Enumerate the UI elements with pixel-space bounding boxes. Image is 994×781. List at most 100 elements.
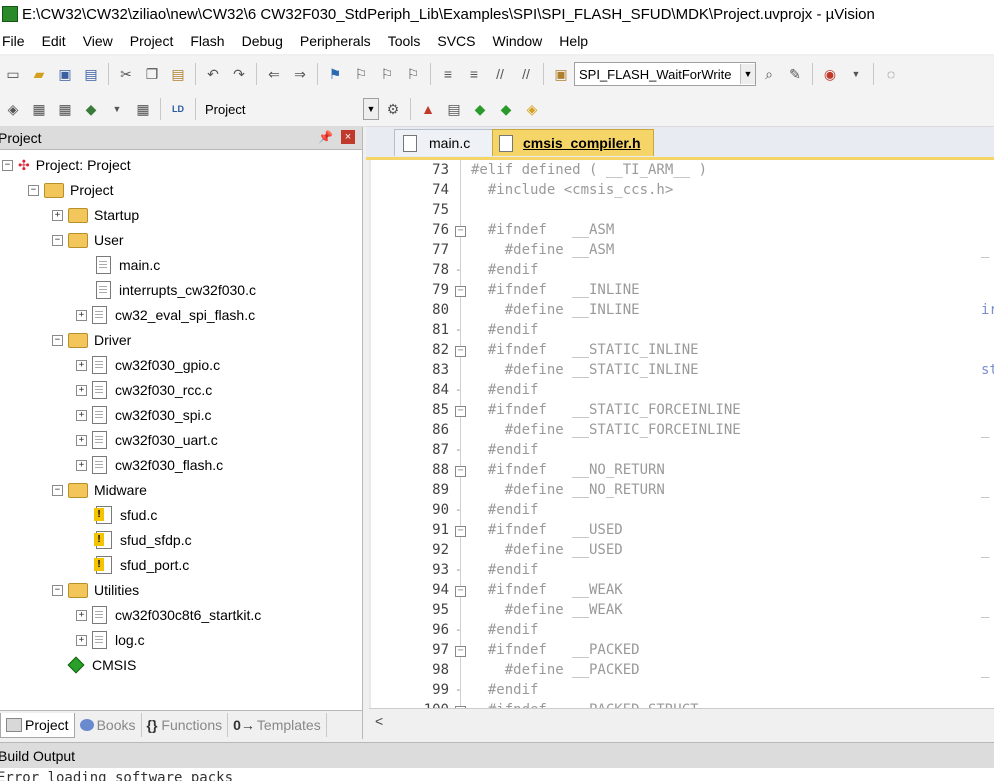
tab-project[interactable]: Project <box>0 712 75 738</box>
pack-installer-icon[interactable]: ◆ <box>496 99 516 119</box>
collapse-icon[interactable]: − <box>52 234 63 246</box>
menu-view[interactable]: View <box>79 33 122 49</box>
load-download-icon[interactable]: LD <box>168 99 188 119</box>
find-in-files-icon[interactable]: ▣ <box>551 64 571 84</box>
collapse-icon[interactable]: − <box>52 484 63 496</box>
expand-icon[interactable]: + <box>76 359 87 371</box>
file-extensions-icon[interactable]: ▤ <box>444 99 464 119</box>
new-file-icon[interactable]: ▭ <box>3 64 23 84</box>
tree-group-user[interactable]: − User <box>52 229 124 251</box>
tree-group-utilities[interactable]: − Utilities <box>52 579 139 601</box>
expand-icon[interactable]: + <box>76 384 87 396</box>
prev-bookmark-icon[interactable]: ⚐ <box>351 64 371 84</box>
editor-tab-cmsis-compiler-h[interactable]: cmsis_compiler.h <box>492 129 654 156</box>
rebuild-icon[interactable]: ▦ <box>55 99 75 119</box>
chevron-down-icon[interactable]: ▼ <box>107 99 127 119</box>
tab-functions[interactable]: {} Functions <box>142 713 229 737</box>
comment-icon[interactable]: // <box>490 64 510 84</box>
tab-books[interactable]: Books <box>75 713 142 737</box>
code-editor[interactable]: 73 #elif defined ( __TI_ARM__ ) 74 #includ… <box>369 160 994 708</box>
horizontal-scrollbar[interactable]: < <box>369 708 994 737</box>
run-time-environment-icon[interactable]: ◆ <box>470 99 490 119</box>
cut-icon[interactable]: ✂ <box>116 64 136 84</box>
fold-toggle-icon[interactable]: − <box>455 520 466 540</box>
menu-peripherals[interactable]: Peripherals <box>296 33 380 49</box>
save-all-icon[interactable]: ▤ <box>81 64 101 84</box>
chevron-down-icon[interactable]: ▼ <box>740 64 755 84</box>
collapse-icon[interactable]: − <box>2 159 13 171</box>
tree-root[interactable]: − ✣ Project: Project <box>2 154 131 176</box>
find-combo[interactable]: SPI_FLASH_WaitForWrite ▼ <box>574 62 756 86</box>
translate-icon[interactable]: ◈ <box>3 99 23 119</box>
tree-file-spi[interactable]: + cw32f030_spi.c <box>76 404 212 426</box>
indent-icon[interactable]: ≡ <box>438 64 458 84</box>
expand-icon[interactable]: + <box>76 409 87 421</box>
tree-group-midware[interactable]: − Midware <box>52 479 147 501</box>
collapse-icon[interactable]: − <box>52 334 63 346</box>
fold-toggle-icon[interactable]: − <box>455 460 466 480</box>
expand-icon[interactable]: + <box>76 434 87 446</box>
fold-toggle-icon[interactable]: − <box>455 340 466 360</box>
navigate-back-icon[interactable]: ⇐ <box>264 64 284 84</box>
select-software-packs-icon[interactable]: ◈ <box>522 99 542 119</box>
unindent-icon[interactable]: ≡ <box>464 64 484 84</box>
menu-window[interactable]: Window <box>489 33 552 49</box>
menu-help[interactable]: Help <box>555 33 597 49</box>
debug-session-icon[interactable]: ◉ <box>820 64 840 84</box>
collapse-icon[interactable]: − <box>28 184 39 196</box>
stop-build-icon[interactable]: ▦ <box>133 99 153 119</box>
expand-icon[interactable]: + <box>76 459 87 471</box>
tab-templates[interactable]: 0→ Templates <box>228 713 327 737</box>
open-file-icon[interactable]: ▰ <box>29 64 49 84</box>
tree-file-flash[interactable]: + cw32f030_flash.c <box>76 454 223 476</box>
scroll-left-icon[interactable]: < <box>375 713 383 729</box>
menu-svcs[interactable]: SVCS <box>433 33 484 49</box>
bookmark-icon[interactable]: ⚑ <box>325 64 345 84</box>
tree-group-driver[interactable]: − Driver <box>52 329 131 351</box>
pin-icon[interactable]: 📌 <box>318 130 333 144</box>
tree-component-cmsis[interactable]: CMSIS <box>66 654 136 676</box>
menu-project[interactable]: Project <box>126 33 183 49</box>
navigate-forward-icon[interactable]: ⇒ <box>290 64 310 84</box>
chevron-down-icon[interactable]: ▼ <box>363 98 379 120</box>
tree-target-project[interactable]: − Project <box>28 179 114 201</box>
redo-icon[interactable]: ↷ <box>229 64 249 84</box>
target-options-icon[interactable]: ⚙ <box>383 99 403 119</box>
tree-file-uart[interactable]: + cw32f030_uart.c <box>76 429 218 451</box>
close-icon[interactable]: × <box>341 130 355 144</box>
paste-icon[interactable]: ▤ <box>168 64 188 84</box>
menu-flash[interactable]: Flash <box>186 33 233 49</box>
fold-toggle-icon[interactable]: − <box>455 280 466 300</box>
expand-icon[interactable]: + <box>76 609 87 621</box>
tree-file-rcc[interactable]: + cw32f030_rcc.c <box>76 379 212 401</box>
tree-file-eval-spi-flash[interactable]: + cw32_eval_spi_flash.c <box>76 304 255 326</box>
settings-icon[interactable]: ◌ <box>881 64 901 84</box>
tree-file-gpio[interactable]: + cw32f030_gpio.c <box>76 354 220 376</box>
find-icon[interactable]: ⌕ <box>759 64 779 84</box>
expand-icon[interactable]: + <box>76 634 87 646</box>
incremental-find-icon[interactable]: ✎ <box>785 64 805 84</box>
fold-toggle-icon[interactable]: − <box>455 220 466 240</box>
target-combo[interactable]: Project ▼ <box>200 97 380 121</box>
fold-toggle-icon[interactable]: − <box>455 400 466 420</box>
next-bookmark-icon[interactable]: ⚐ <box>377 64 397 84</box>
editor-tab-main-c[interactable]: main.c <box>394 129 494 156</box>
tree-file-sfud-port[interactable]: ! sfud_port.c <box>94 554 189 576</box>
tree-file-sfud-sfdp[interactable]: ! sfud_sfdp.c <box>94 529 192 551</box>
chevron-down-icon[interactable]: ▼ <box>846 64 866 84</box>
tree-file-sfud[interactable]: ! sfud.c <box>94 504 157 526</box>
fold-toggle-icon[interactable]: − <box>455 580 466 600</box>
clear-bookmarks-icon[interactable]: ⚐ <box>403 64 423 84</box>
expand-icon[interactable]: + <box>52 209 63 221</box>
batch-build-icon[interactable]: ◆ <box>81 99 101 119</box>
manage-components-icon[interactable]: ▲ <box>418 99 438 119</box>
build-output-pane[interactable]: Error loading software packs <box>0 768 994 781</box>
fold-toggle-icon[interactable]: − <box>455 700 466 708</box>
collapse-icon[interactable]: − <box>52 584 63 596</box>
menu-debug[interactable]: Debug <box>238 33 292 49</box>
copy-icon[interactable]: ❐ <box>142 64 162 84</box>
expand-icon[interactable]: + <box>76 309 87 321</box>
save-icon[interactable]: ▣ <box>55 64 75 84</box>
menu-edit[interactable]: Edit <box>38 33 75 49</box>
tree-file-startkit[interactable]: + cw32f030c8t6_startkit.c <box>76 604 261 626</box>
